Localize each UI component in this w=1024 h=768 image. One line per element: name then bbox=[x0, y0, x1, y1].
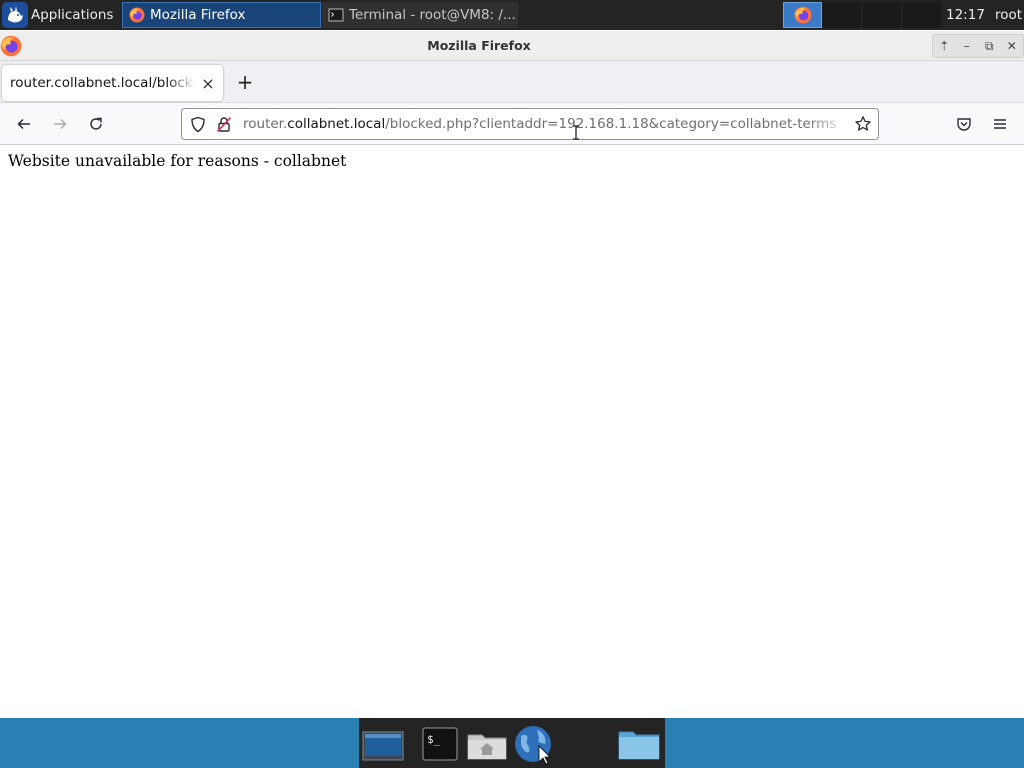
home-folder-icon bbox=[467, 734, 507, 760]
firefox-icon bbox=[129, 7, 145, 23]
url-text[interactable]: router.collabnet.local/blocked.php?clien… bbox=[243, 109, 850, 139]
tab-strip: router.collabnet.local/blocked.php?clien… bbox=[0, 61, 1024, 103]
workspace-4[interactable] bbox=[903, 2, 942, 28]
applications-menu-button[interactable]: Applications bbox=[0, 0, 120, 30]
file-manager-launcher[interactable] bbox=[617, 724, 661, 764]
top-panel: Applications Mozilla Firefox Terminal - … bbox=[0, 0, 1024, 30]
maximize-window-button[interactable]: ⧉ bbox=[980, 39, 998, 54]
workspace-2[interactable] bbox=[823, 2, 862, 28]
terminal-icon bbox=[328, 8, 344, 22]
firefox-icon bbox=[794, 6, 811, 24]
user-menu[interactable]: root bbox=[995, 0, 1022, 30]
dock: $_ bbox=[359, 718, 665, 768]
tracking-protection-shield-icon[interactable] bbox=[190, 116, 206, 133]
new-tab-button[interactable]: + bbox=[231, 71, 259, 95]
terminal-launcher[interactable]: $_ bbox=[418, 724, 462, 764]
text-cursor-icon bbox=[573, 125, 579, 140]
tab-title: router.collabnet.local/blocked.php?clien… bbox=[10, 75, 195, 91]
window-controls: ⇡ – ⧉ ✕ bbox=[932, 34, 1024, 58]
forward-button[interactable] bbox=[47, 112, 73, 136]
taskbar-firefox-label: Mozilla Firefox bbox=[150, 7, 246, 23]
insecure-lock-icon[interactable] bbox=[216, 116, 232, 133]
svg-text:$_: $_ bbox=[427, 733, 441, 746]
tab-close-button[interactable]: × bbox=[199, 74, 217, 93]
xfce-mouse-icon bbox=[2, 2, 28, 28]
web-browser-launcher[interactable] bbox=[513, 724, 557, 764]
minimize-window-button[interactable]: – bbox=[958, 39, 976, 53]
url-path: /blocked.php?clientaddr=192.168.1.18&cat… bbox=[385, 116, 837, 132]
url-bar[interactable]: router.collabnet.local/blocked.php?clien… bbox=[181, 108, 879, 140]
app-menu-button[interactable] bbox=[987, 112, 1013, 136]
window-titlebar[interactable]: Mozilla Firefox ⇡ – ⧉ ✕ bbox=[0, 31, 1024, 61]
forward-arrow-icon bbox=[54, 118, 67, 130]
web-browser-icon bbox=[515, 726, 551, 764]
taskbar-terminal-label: Terminal - root@VM8: /... bbox=[349, 7, 516, 23]
close-window-button[interactable]: ✕ bbox=[1003, 39, 1021, 53]
taskbar-firefox-button[interactable]: Mozilla Firefox bbox=[122, 2, 321, 28]
home-folder-launcher[interactable] bbox=[465, 724, 509, 764]
hamburger-menu-icon bbox=[994, 119, 1006, 129]
url-host: collabnet.local bbox=[287, 116, 386, 132]
reload-button[interactable] bbox=[83, 112, 109, 136]
blocked-message: Website unavailable for reasons - collab… bbox=[8, 152, 347, 170]
browser-tab[interactable]: router.collabnet.local/blocked.php?clien… bbox=[2, 65, 223, 101]
raise-window-button[interactable]: ⇡ bbox=[935, 39, 953, 53]
pocket-button[interactable] bbox=[951, 112, 977, 136]
pocket-icon bbox=[957, 118, 971, 131]
file-manager-icon bbox=[618, 731, 660, 760]
back-arrow-icon bbox=[17, 118, 30, 130]
bookmark-star-icon[interactable] bbox=[854, 115, 872, 133]
show-desktop-launcher[interactable] bbox=[361, 724, 405, 764]
back-button[interactable] bbox=[11, 112, 37, 136]
bottom-panel: $_ bbox=[0, 718, 1024, 768]
applications-label: Applications bbox=[31, 7, 114, 23]
show-desktop-icon bbox=[362, 731, 404, 761]
workspace-switcher[interactable] bbox=[783, 2, 943, 28]
clock[interactable]: 12:17 bbox=[946, 0, 985, 30]
taskbar-terminal-button[interactable]: Terminal - root@VM8: /... bbox=[322, 2, 518, 28]
workspace-3[interactable] bbox=[863, 2, 902, 28]
reload-icon bbox=[90, 117, 102, 130]
navigation-toolbar: router.collabnet.local/blocked.php?clien… bbox=[0, 103, 1024, 145]
terminal-icon: $_ bbox=[422, 727, 458, 761]
workspace-1[interactable] bbox=[783, 2, 822, 28]
window-title: Mozilla Firefox bbox=[427, 38, 531, 53]
url-prefix: router. bbox=[243, 116, 288, 132]
page-content: Website unavailable for reasons - collab… bbox=[0, 146, 1024, 718]
